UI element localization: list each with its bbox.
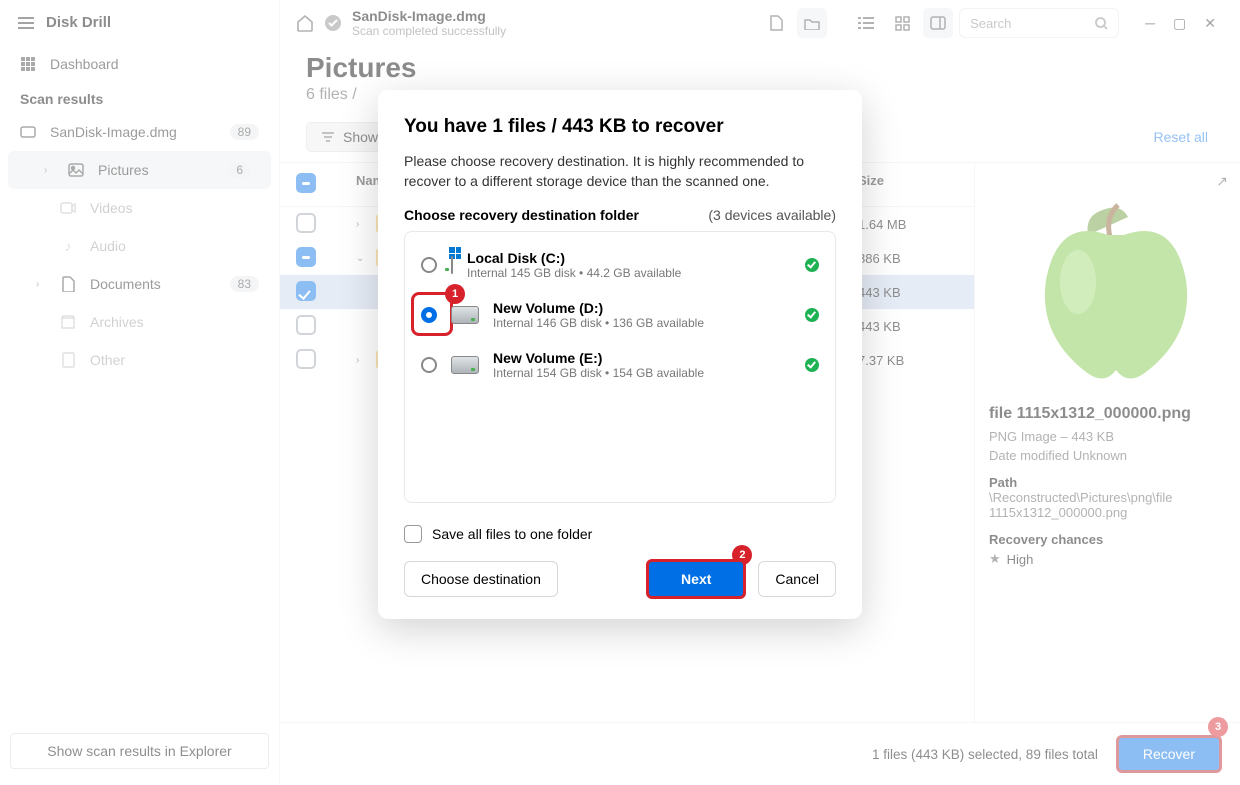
- destination-option[interactable]: New Volume (E:) Internal 154 GB disk • 1…: [405, 340, 835, 390]
- check-ok-icon: [805, 308, 819, 322]
- radio-button[interactable]: [421, 357, 437, 373]
- modal-title: You have 1 files / 443 KB to recover: [404, 116, 836, 138]
- destination-option[interactable]: 1 New Volume (D:) Internal 146 GB disk •…: [405, 290, 835, 340]
- choose-folder-label: Choose recovery destination folder: [404, 207, 639, 223]
- modal-description: Please choose recovery destination. It i…: [404, 152, 836, 191]
- drive-icon: [451, 356, 479, 374]
- destination-list: Local Disk (C:) Internal 145 GB disk • 4…: [404, 231, 836, 503]
- cancel-button[interactable]: Cancel: [758, 561, 836, 597]
- next-button[interactable]: Next: [646, 559, 746, 599]
- radio-button[interactable]: [421, 257, 437, 273]
- choose-destination-button[interactable]: Choose destination: [404, 561, 558, 597]
- destination-option[interactable]: Local Disk (C:) Internal 145 GB disk • 4…: [405, 240, 835, 290]
- save-all-checkbox[interactable]: [404, 525, 422, 543]
- recovery-modal: You have 1 files / 443 KB to recover Ple…: [378, 90, 862, 619]
- devices-available: (3 devices available): [708, 207, 836, 223]
- drive-icon: [451, 306, 479, 324]
- callout-1: 1: [445, 284, 465, 304]
- modal-overlay: You have 1 files / 443 KB to recover Ple…: [0, 0, 1240, 785]
- check-ok-icon: [805, 258, 819, 272]
- check-ok-icon: [805, 358, 819, 372]
- save-all-label: Save all files to one folder: [432, 526, 592, 542]
- drive-icon: [451, 256, 453, 274]
